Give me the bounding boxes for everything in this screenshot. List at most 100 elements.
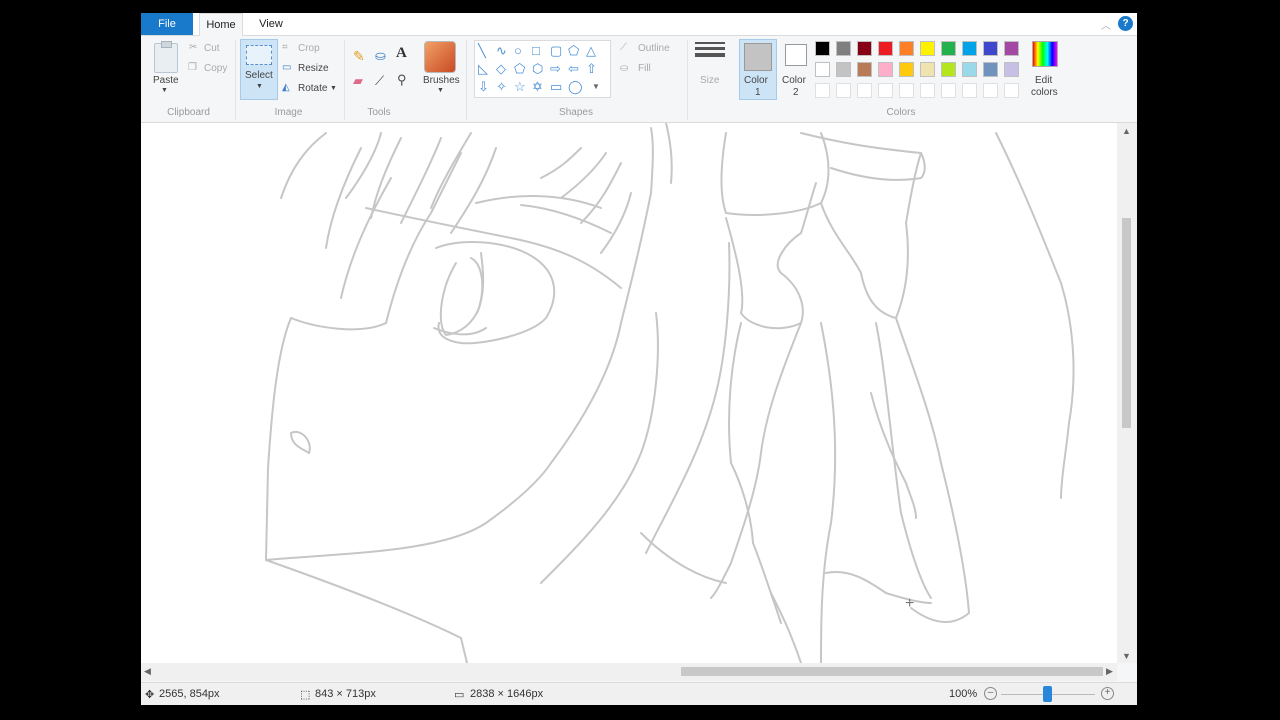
collapse-ribbon-icon[interactable]: ︿ — [1101, 17, 1111, 32]
right-arrow-shape-icon[interactable]: ⇨ — [550, 62, 561, 75]
magnifier-icon[interactable]: ⚲ — [397, 72, 407, 88]
edit-colors-button[interactable]: Edit — [1035, 75, 1052, 86]
horizontal-scroll-thumb[interactable] — [681, 667, 1103, 676]
select-button[interactable]: Select ▼ — [240, 39, 278, 100]
vertical-scroll-thumb[interactable] — [1122, 218, 1131, 428]
eraser-icon[interactable]: ▰ — [353, 73, 363, 89]
palette-swatch[interactable] — [941, 41, 956, 56]
palette-swatch[interactable] — [920, 83, 935, 98]
palette-swatch[interactable] — [920, 62, 935, 77]
line-shape-icon[interactable]: ╲ — [478, 44, 486, 57]
separator — [466, 40, 467, 120]
palette-swatch[interactable] — [1004, 41, 1019, 56]
pentagon-shape-icon[interactable]: ⬠ — [514, 62, 525, 75]
tab-view[interactable]: View — [251, 13, 291, 35]
help-icon[interactable]: ? — [1118, 16, 1133, 31]
fill-button[interactable]: Fill — [638, 63, 651, 74]
tab-file[interactable]: File — [141, 13, 193, 35]
shapes-more-icon[interactable]: ▼ — [592, 80, 600, 93]
polygon-shape-icon[interactable]: ⬠ — [568, 44, 579, 57]
palette-swatch[interactable] — [899, 62, 914, 77]
paste-dropdown-icon[interactable]: ▼ — [161, 87, 168, 94]
palette-swatch[interactable] — [962, 62, 977, 77]
color2-swatch[interactable] — [785, 44, 807, 66]
rotate-dropdown-icon[interactable]: ▼ — [330, 85, 337, 92]
fill-bucket-icon[interactable]: ⛀ — [375, 48, 386, 64]
palette-swatch[interactable] — [836, 62, 851, 77]
palette-swatch[interactable] — [815, 83, 830, 98]
outline-button[interactable]: Outline — [638, 43, 670, 54]
cut-button[interactable]: Cut — [204, 43, 220, 54]
diamond-shape-icon[interactable]: ◇ — [496, 62, 506, 75]
palette-swatch[interactable] — [899, 83, 914, 98]
palette-swatch[interactable] — [836, 41, 851, 56]
color1-button[interactable]: Color 1 — [739, 39, 777, 100]
curve-shape-icon[interactable]: ∿ — [496, 44, 507, 57]
palette-swatch[interactable] — [878, 83, 893, 98]
palette-swatch[interactable] — [941, 62, 956, 77]
palette-swatch[interactable] — [815, 41, 830, 56]
drawing-canvas[interactable]: + — [141, 123, 1117, 663]
edit-colors-icon[interactable] — [1032, 41, 1058, 67]
five-point-star-shape-icon[interactable]: ☆ — [514, 80, 526, 93]
brushes-icon[interactable] — [424, 41, 456, 73]
palette-swatch[interactable] — [920, 41, 935, 56]
palette-swatch[interactable] — [857, 41, 872, 56]
palette-swatch[interactable] — [857, 62, 872, 77]
callout-shape-icon[interactable]: ▭ — [550, 80, 562, 93]
palette-swatch[interactable] — [962, 83, 977, 98]
four-point-star-shape-icon[interactable]: ✧ — [496, 80, 507, 93]
palette-swatch[interactable] — [941, 83, 956, 98]
palette-swatch[interactable] — [983, 41, 998, 56]
shapes-gallery[interactable]: ╲ ∿ ○ □ ▢ ⬠ △ ◺ ◇ ⬠ ⬡ ⇨ ⇦ ⇧ ⇩ ✧ ☆ ✡ ▭ ◯ … — [474, 40, 611, 98]
palette-swatch[interactable] — [1004, 83, 1019, 98]
pencil-icon[interactable]: ✎ — [353, 48, 365, 65]
color-picker-icon[interactable]: ⟋ — [375, 73, 384, 89]
palette-swatch[interactable] — [878, 41, 893, 56]
palette-swatch[interactable] — [1004, 62, 1019, 77]
rotate-button[interactable]: Rotate — [298, 83, 327, 94]
horizontal-scrollbar[interactable]: ◀ ▶ — [141, 663, 1117, 681]
size-button[interactable]: Size — [700, 75, 719, 86]
vertical-scrollbar[interactable]: ▲ ▼ — [1117, 123, 1137, 663]
palette-swatch[interactable] — [857, 83, 872, 98]
paste-icon[interactable] — [154, 41, 178, 73]
tab-home[interactable]: Home — [199, 13, 243, 36]
left-arrow-shape-icon[interactable]: ⇦ — [568, 62, 579, 75]
paste-button[interactable]: Paste — [153, 75, 179, 86]
palette-swatch[interactable] — [836, 83, 851, 98]
palette-swatch[interactable] — [983, 62, 998, 77]
triangle-shape-icon[interactable]: △ — [586, 44, 596, 57]
palette-swatch[interactable] — [815, 62, 830, 77]
brushes-button[interactable]: Brushes — [423, 75, 460, 86]
select-dropdown-icon[interactable]: ▼ — [256, 83, 263, 90]
right-triangle-shape-icon[interactable]: ◺ — [478, 62, 488, 75]
rounded-rectangle-shape-icon[interactable]: ▢ — [550, 44, 562, 57]
six-point-star-shape-icon[interactable]: ✡ — [532, 80, 543, 93]
palette-swatch[interactable] — [899, 41, 914, 56]
resize-icon: ▭ — [282, 62, 292, 73]
resize-button[interactable]: Resize — [298, 63, 329, 74]
brushes-dropdown-icon[interactable]: ▼ — [437, 87, 444, 94]
zoom-out-icon[interactable]: – — [984, 687, 997, 700]
scroll-down-icon[interactable]: ▼ — [1122, 651, 1131, 661]
oval-callout-shape-icon[interactable]: ◯ — [568, 80, 583, 93]
scroll-up-icon[interactable]: ▲ — [1122, 126, 1131, 136]
palette-swatch[interactable] — [983, 83, 998, 98]
hexagon-shape-icon[interactable]: ⬡ — [532, 62, 543, 75]
scroll-left-icon[interactable]: ◀ — [144, 666, 151, 677]
up-arrow-shape-icon[interactable]: ⇧ — [586, 62, 597, 75]
text-icon[interactable]: A — [396, 45, 407, 62]
zoom-in-icon[interactable]: + — [1101, 687, 1114, 700]
zoom-slider-thumb[interactable] — [1043, 686, 1052, 702]
size-icon[interactable] — [695, 42, 725, 60]
rectangle-shape-icon[interactable]: □ — [532, 44, 540, 57]
palette-swatch[interactable] — [962, 41, 977, 56]
color2-label[interactable]: Color — [782, 75, 806, 86]
oval-shape-icon[interactable]: ○ — [514, 44, 522, 57]
scroll-right-icon[interactable]: ▶ — [1106, 666, 1113, 677]
crop-button[interactable]: Crop — [298, 43, 320, 54]
palette-swatch[interactable] — [878, 62, 893, 77]
copy-button[interactable]: Copy — [204, 63, 227, 74]
down-arrow-shape-icon[interactable]: ⇩ — [478, 80, 489, 93]
